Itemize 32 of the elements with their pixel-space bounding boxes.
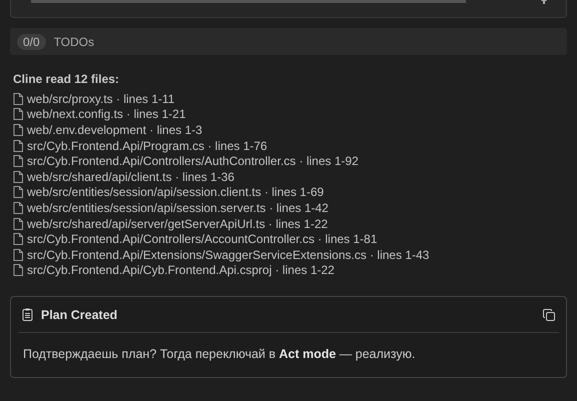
file-link[interactable]: web/next.config.ts · lines 1-21 xyxy=(27,107,186,122)
file-icon xyxy=(13,264,23,276)
file-link[interactable]: src/Cyb.Frontend.Api/Controllers/AuthController.cs · lines 1-92 xyxy=(27,154,358,168)
todo-bar[interactable]: 0/0 TODOs xyxy=(10,28,567,55)
file-icon xyxy=(13,108,23,120)
file-icon xyxy=(13,140,23,152)
file-link[interactable]: src/Cyb.Frontend.Api/Program.cs · lines 1-76 xyxy=(27,138,268,153)
file-icon xyxy=(13,124,23,136)
todo-label: TODOs xyxy=(54,34,94,48)
file-icon xyxy=(13,218,23,230)
file-link[interactable]: src/Cyb.Frontend.Api/Cyb.Frontend.Api.csproj · lines 1-22 xyxy=(27,263,334,278)
file-icon xyxy=(13,248,23,261)
plan-title: Plan Created xyxy=(41,308,118,322)
file-icon xyxy=(13,170,23,183)
file-link[interactable]: web/src/entities/session/api/session.client.ts · lines 1-69 xyxy=(27,185,324,200)
file-icon xyxy=(13,202,23,214)
file-icon xyxy=(13,233,23,246)
file-icon xyxy=(13,92,23,105)
clipboard-icon xyxy=(22,308,33,322)
todo-count: 0/0 xyxy=(17,34,46,50)
copy-icon[interactable] xyxy=(543,308,555,321)
file-icon xyxy=(13,186,23,198)
file-link[interactable]: src/Cyb.Frontend.Api/Extensions/SwaggerServiceExtensions.cs · lines 1-43 xyxy=(27,248,430,262)
file-link[interactable]: web/src/proxy.ts · lines 1-11 xyxy=(27,92,175,106)
file-link[interactable]: web/.env.development · lines 1-3 xyxy=(27,122,202,137)
file-icon xyxy=(13,155,23,168)
file-link[interactable]: web/src/shared/api/client.ts · lines 1-36 xyxy=(27,170,234,184)
files-title: Cline read 12 files: xyxy=(13,72,120,86)
file-link[interactable]: web/src/shared/api/server/getServerApiUrl.ts · lines 1-22 xyxy=(27,216,328,231)
file-link[interactable]: web/src/entities/session/api/session.server.ts · lines 1-42 xyxy=(27,200,328,215)
file-link[interactable]: src/Cyb.Frontend.Api/Controllers/AccountController.cs · lines 1-81 xyxy=(27,232,378,246)
plan-message: Подтверждаешь план? Тогда переключай в Act mode — реализую. xyxy=(23,347,416,362)
